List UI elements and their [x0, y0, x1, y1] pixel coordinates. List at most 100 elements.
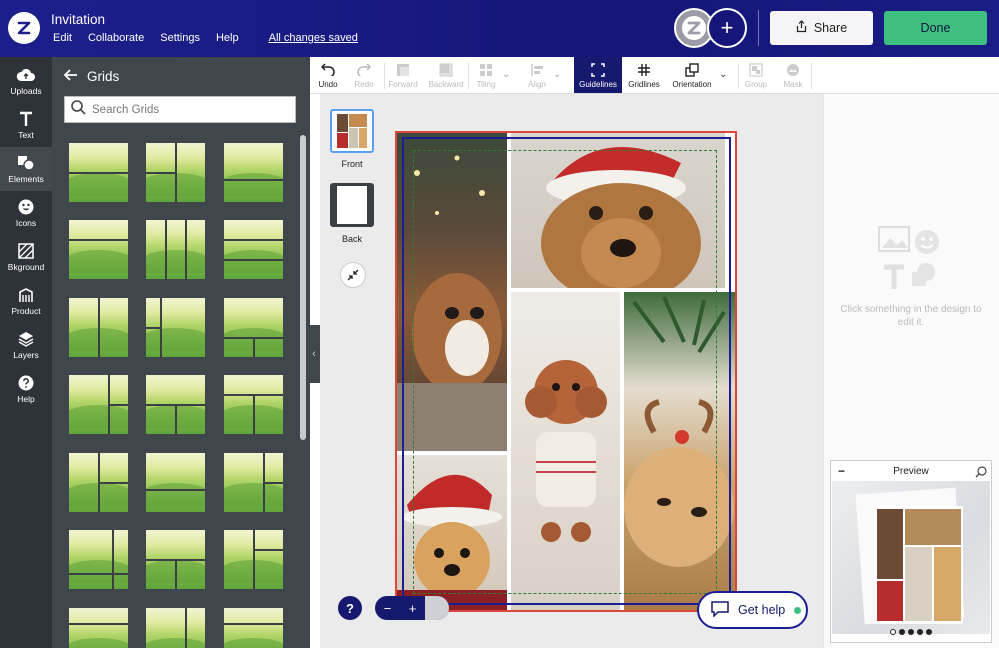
page-label-front: Front — [341, 159, 363, 169]
toolbar-divider — [738, 63, 739, 89]
forward-button[interactable]: Forward — [386, 57, 420, 93]
backward-button[interactable]: Backward — [426, 57, 466, 93]
document-title[interactable]: Invitation — [51, 12, 105, 27]
toolbar-divider — [468, 63, 469, 89]
grid-thumb-20[interactable] — [146, 608, 205, 648]
orientation-button[interactable]: Orientation — [668, 57, 716, 93]
rail-item-elements[interactable]: Elements — [0, 147, 52, 191]
search-input[interactable] — [92, 103, 282, 116]
grid-thumb-7[interactable] — [69, 298, 128, 357]
online-status-dot — [794, 606, 802, 614]
design-card[interactable] — [395, 131, 737, 612]
tool-label: Gridlines — [628, 79, 660, 89]
back-arrow-icon[interactable] — [63, 69, 78, 84]
panel-scrollbar[interactable] — [300, 135, 306, 440]
grid-thumb-3[interactable] — [224, 143, 283, 202]
grid-thumb-11[interactable] — [146, 375, 205, 434]
grid-thumb-9[interactable] — [224, 298, 283, 357]
grid-thumb-13[interactable] — [69, 453, 128, 512]
get-help-label: Get help — [738, 603, 786, 617]
toolbar-divider — [811, 63, 812, 89]
chevron-down-icon[interactable]: ⌄ — [553, 69, 561, 80]
rail-item-label: Layers — [13, 350, 39, 360]
add-collaborator-button[interactable]: + — [707, 8, 747, 48]
guidelines-button[interactable]: Guidelines — [574, 57, 622, 93]
tiling-button[interactable]: Tiling — [471, 57, 501, 93]
redo-button[interactable]: Redo — [348, 57, 380, 93]
tool-label: Guidelines — [579, 79, 617, 89]
grid-thumb-12[interactable] — [224, 375, 283, 434]
grid-thumb-10[interactable] — [69, 375, 128, 434]
zoom-in-button[interactable]: + — [400, 601, 425, 616]
rail-item-icons[interactable]: Icons — [0, 191, 52, 235]
page-thumb-front[interactable] — [330, 109, 374, 153]
grid-thumb-8[interactable] — [146, 298, 205, 357]
preview-image[interactable] — [832, 481, 990, 634]
group-button[interactable]: Group — [741, 57, 771, 93]
header-divider — [758, 10, 759, 46]
tool-label: Forward — [388, 79, 418, 89]
grid-thumb-6[interactable] — [224, 220, 283, 279]
tool-label: Align — [528, 79, 546, 89]
zoom-out-button[interactable]: − — [375, 601, 400, 616]
share-icon — [796, 20, 807, 36]
empty-selection-hint: Click something in the design to edit it… — [840, 304, 982, 328]
done-button[interactable]: Done — [884, 11, 987, 45]
rail-item-product[interactable]: Product — [0, 279, 52, 323]
grid-thumb-14[interactable] — [146, 453, 205, 512]
tiling-icon — [479, 62, 493, 78]
zoom-control: − + — [375, 596, 449, 620]
grid-thumb-4[interactable] — [69, 220, 128, 279]
chevron-down-icon[interactable]: ⌄ — [719, 69, 727, 80]
align-button[interactable]: Align — [522, 57, 552, 93]
rail-item-text[interactable]: Text — [0, 103, 52, 147]
grid-thumb-21[interactable] — [224, 608, 283, 648]
background-icon — [18, 242, 34, 260]
rail-item-label: Icons — [15, 218, 37, 228]
photo-golden-puppy-hat[interactable] — [397, 455, 507, 610]
collapse-panel-handle[interactable]: ‹ — [308, 325, 320, 383]
grid-thumb-16[interactable] — [69, 530, 128, 589]
search-grids-field[interactable] — [64, 96, 296, 123]
grid-thumb-19[interactable] — [69, 608, 128, 648]
page-thumb-back[interactable] — [330, 183, 374, 227]
preview-page-dots[interactable] — [831, 629, 991, 635]
rail-item-help[interactable]: Help — [0, 367, 52, 411]
undo-button[interactable]: Undo — [312, 57, 344, 93]
rail-item-background[interactable]: Bkground — [0, 235, 52, 279]
tool-label: Group — [744, 79, 768, 89]
share-button[interactable]: Share — [770, 11, 873, 45]
photo-dog-reindeer-antlers[interactable] — [624, 292, 735, 610]
search-icon — [71, 99, 86, 120]
help-button[interactable]: ? — [338, 596, 362, 620]
gridlines-button[interactable]: Gridlines — [624, 57, 664, 93]
menu-help[interactable]: Help — [216, 32, 239, 44]
save-status-link[interactable]: All changes saved — [269, 32, 358, 44]
panel-header: Grids — [63, 69, 119, 84]
grid-thumb-18[interactable] — [224, 530, 283, 589]
grid-thumb-5[interactable] — [146, 220, 205, 279]
rail-item-uploads[interactable]: Uploads — [0, 59, 52, 103]
zazzle-logo-icon[interactable] — [8, 12, 40, 44]
redo-icon — [357, 62, 371, 78]
menu-collaborate[interactable]: Collaborate — [88, 32, 144, 44]
grid-thumb-1[interactable] — [69, 143, 128, 202]
grids-panel: Grids — [52, 57, 310, 648]
photo-spaniel-santa-hat[interactable] — [511, 133, 725, 288]
grid-thumb-15[interactable] — [224, 453, 283, 512]
guidelines-icon — [591, 62, 605, 78]
photo-puppy-scarf[interactable] — [397, 133, 507, 451]
grid-thumb-17[interactable] — [146, 530, 205, 589]
chevron-down-icon[interactable]: ⌄ — [502, 69, 510, 80]
menu-settings[interactable]: Settings — [160, 32, 200, 44]
editing-toolbar: Undo Redo Forward Backward Tiling ⌄ Alig… — [310, 57, 999, 94]
mask-button[interactable]: Mask — [778, 57, 808, 93]
zoom-level-indicator[interactable] — [425, 596, 449, 620]
get-help-button[interactable]: Get help — [697, 591, 808, 629]
shrink-icon[interactable] — [340, 262, 366, 288]
grid-thumb-2[interactable] — [146, 143, 205, 202]
menu-edit[interactable]: Edit — [53, 32, 72, 44]
rail-item-layers[interactable]: Layers — [0, 323, 52, 367]
toolbar-divider — [384, 63, 385, 89]
photo-poodle-sweater[interactable] — [511, 292, 620, 610]
